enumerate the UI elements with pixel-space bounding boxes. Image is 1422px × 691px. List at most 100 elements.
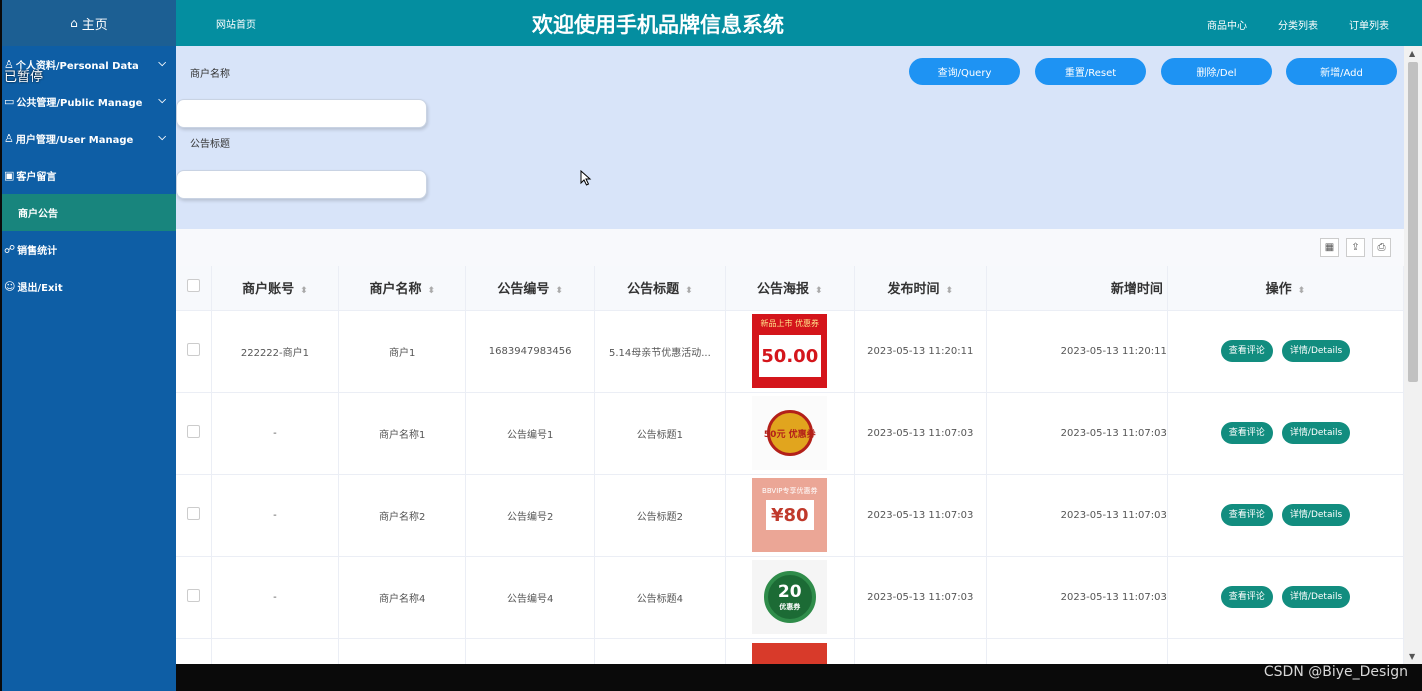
announcement-title-input[interactable] bbox=[176, 170, 427, 199]
category-list-link[interactable]: 分类列表 bbox=[1278, 17, 1318, 32]
sidebar-item-label: 用户管理/User Manage bbox=[15, 135, 134, 146]
sort-icon[interactable]: ⬍ bbox=[685, 286, 693, 296]
column-header[interactable]: 公告海报 ⬍ bbox=[725, 266, 855, 311]
sidebar-home[interactable]: ⌂ 主页 bbox=[2, 0, 176, 46]
column-header[interactable]: 公告编号 ⬍ bbox=[465, 266, 596, 311]
table-toolbar: ▦ ⇪ ⎙ bbox=[176, 229, 1404, 266]
row-select-cell[interactable] bbox=[176, 556, 212, 639]
poster-heading: BBVIP专享优惠券 bbox=[762, 487, 818, 495]
cell-actions: 查看评论 详情/Details bbox=[1167, 556, 1404, 639]
vertical-scrollbar[interactable]: ▲ ▼ bbox=[1404, 46, 1422, 664]
sort-icon[interactable]: ⬍ bbox=[300, 286, 308, 296]
reset-button[interactable]: 重置/Reset bbox=[1035, 58, 1146, 85]
scroll-down-icon[interactable]: ▼ bbox=[1409, 652, 1415, 661]
view-comments-button[interactable]: 查看评论 bbox=[1220, 504, 1273, 526]
row-checkbox[interactable] bbox=[186, 425, 200, 438]
details-button[interactable]: 详情/Details bbox=[1281, 340, 1351, 362]
table-row bbox=[176, 638, 1404, 664]
sort-icon[interactable]: ⬍ bbox=[945, 286, 953, 296]
row-select-cell[interactable] bbox=[176, 474, 212, 557]
order-list-link[interactable]: 订单列表 bbox=[1349, 17, 1389, 32]
column-header[interactable]: 商户名称 ⬍ bbox=[338, 266, 467, 311]
scroll-up-icon[interactable]: ▲ bbox=[1409, 49, 1415, 58]
poster-image[interactable]: 50元 优惠券 bbox=[752, 396, 828, 470]
cell-empty bbox=[338, 638, 467, 664]
details-button[interactable]: 详情/Details bbox=[1281, 586, 1351, 608]
cell-poster bbox=[725, 638, 855, 664]
column-header[interactable]: 新增时间 bbox=[986, 266, 1168, 311]
sort-icon[interactable]: ⬍ bbox=[1298, 286, 1306, 296]
cell-number: 公告编号4 bbox=[465, 556, 596, 639]
select-all-checkbox[interactable] bbox=[186, 279, 200, 293]
cell-account: - bbox=[211, 474, 340, 557]
delete-button[interactable]: 删除/Del bbox=[1161, 58, 1272, 85]
sidebar-item-public-manage[interactable]: ▭ 公共管理/Public Manage ⌵ bbox=[2, 83, 176, 120]
poster-image[interactable]: 20 优惠券 bbox=[752, 560, 828, 634]
cell-name: 商户名称1 bbox=[338, 392, 467, 475]
sidebar-item-messages[interactable]: ▣ 客户留言 bbox=[2, 157, 176, 194]
details-button[interactable]: 详情/Details bbox=[1281, 422, 1351, 444]
merchant-name-label: 商户名称 bbox=[190, 69, 230, 80]
cell-published: 2023-05-13 11:07:03 bbox=[854, 392, 987, 475]
poster-wreath: 20 优惠券 bbox=[763, 571, 816, 623]
column-header[interactable]: 公告标题 ⬍ bbox=[594, 266, 726, 311]
bottom-bar bbox=[176, 664, 1404, 691]
sidebar-item-label: 退出/Exit bbox=[17, 283, 63, 294]
cell-title: 5.14母亲节优惠活动... bbox=[594, 310, 726, 393]
sidebar-item-user-manage[interactable]: ♙ 用户管理/User Manage ⌵ bbox=[2, 120, 176, 157]
cell-empty bbox=[465, 638, 596, 664]
row-checkbox[interactable] bbox=[186, 343, 200, 356]
row-checkbox[interactable] bbox=[186, 507, 200, 520]
chevron-down-icon: ⌵ bbox=[158, 58, 166, 69]
select-all-cell[interactable] bbox=[176, 266, 212, 311]
row-select-cell[interactable] bbox=[176, 392, 212, 475]
cell-actions: 查看评论 详情/Details bbox=[1167, 474, 1404, 557]
cell-name: 商户名称2 bbox=[338, 474, 467, 557]
poster-text: 50.00 bbox=[758, 335, 821, 377]
table-row: - 商户名称4 公告编号4 公告标题4 20 优惠券 2023-05-13 11… bbox=[176, 556, 1404, 639]
sort-icon[interactable]: ⬍ bbox=[815, 286, 823, 296]
sidebar-item-exit[interactable]: ☺ 退出/Exit bbox=[2, 268, 176, 305]
cell-title: 公告标题2 bbox=[594, 474, 726, 557]
table-row: - 商户名称1 公告编号1 公告标题1 50元 优惠券 2023-05-13 1… bbox=[176, 392, 1404, 475]
grid-icon[interactable]: ▦ bbox=[1320, 238, 1339, 257]
cell-added: 2023-05-13 11:20:11 bbox=[986, 310, 1168, 393]
cell-poster: BBVIP专享优惠券 ¥80 bbox=[725, 474, 855, 557]
cell-number: 公告编号2 bbox=[465, 474, 596, 557]
chevron-down-icon: ⌵ bbox=[158, 132, 166, 143]
view-comments-button[interactable]: 查看评论 bbox=[1220, 422, 1273, 444]
sort-icon[interactable]: ⬍ bbox=[427, 286, 435, 296]
cell-published: 2023-05-13 11:20:11 bbox=[854, 310, 987, 393]
table-header-row: 商户账号 ⬍ 商户名称 ⬍ 公告编号 ⬍ 公告标题 ⬍ 公告海报 ⬍ 发布时间 ⬍ 新增时间… bbox=[176, 266, 1404, 311]
row-checkbox[interactable] bbox=[186, 589, 200, 602]
column-header[interactable]: 操作 ⬍ bbox=[1167, 266, 1404, 311]
scrollbar-thumb[interactable] bbox=[1408, 62, 1418, 382]
sidebar-item-announcements[interactable]: 商户公告 bbox=[2, 194, 176, 231]
export-icon[interactable]: ⇪ bbox=[1346, 238, 1365, 257]
poster-image[interactable]: BBVIP专享优惠券 ¥80 bbox=[752, 478, 828, 552]
sidebar-item-sales-stats[interactable]: ☍ 销售统计 bbox=[2, 231, 176, 268]
details-button[interactable]: 详情/Details bbox=[1281, 504, 1351, 526]
view-comments-button[interactable]: 查看评论 bbox=[1220, 586, 1273, 608]
column-header[interactable]: 商户账号 ⬍ bbox=[211, 266, 340, 311]
website-home-link[interactable]: 网站首页 bbox=[216, 16, 256, 31]
print-icon[interactable]: ⎙ bbox=[1372, 238, 1391, 257]
message-icon: ▣ bbox=[4, 169, 15, 182]
search-panel: 商户名称 公告标题 查询/Query 重置/Reset 删除/Del 新增/Ad… bbox=[176, 46, 1404, 229]
cell-empty bbox=[594, 638, 726, 664]
product-center-link[interactable]: 商品中心 bbox=[1207, 17, 1247, 32]
cell-added: 2023-05-13 11:07:03 bbox=[986, 474, 1168, 557]
poster-image[interactable]: 新品上市 优惠券 50.00 bbox=[752, 314, 828, 388]
add-button[interactable]: 新增/Add bbox=[1286, 58, 1397, 85]
query-button[interactable]: 查询/Query bbox=[909, 58, 1020, 85]
column-header[interactable]: 发布时间 ⬍ bbox=[854, 266, 987, 311]
poster-image[interactable] bbox=[752, 642, 828, 664]
merchant-name-input[interactable] bbox=[176, 99, 427, 128]
sort-icon[interactable]: ⬍ bbox=[555, 286, 563, 296]
sidebar-item-label: 公共管理/Public Manage bbox=[16, 98, 143, 109]
cell-empty bbox=[1167, 638, 1404, 664]
row-select-cell bbox=[176, 638, 212, 664]
exit-icon: ☺ bbox=[4, 280, 16, 293]
row-select-cell[interactable] bbox=[176, 310, 212, 393]
view-comments-button[interactable]: 查看评论 bbox=[1220, 340, 1273, 362]
